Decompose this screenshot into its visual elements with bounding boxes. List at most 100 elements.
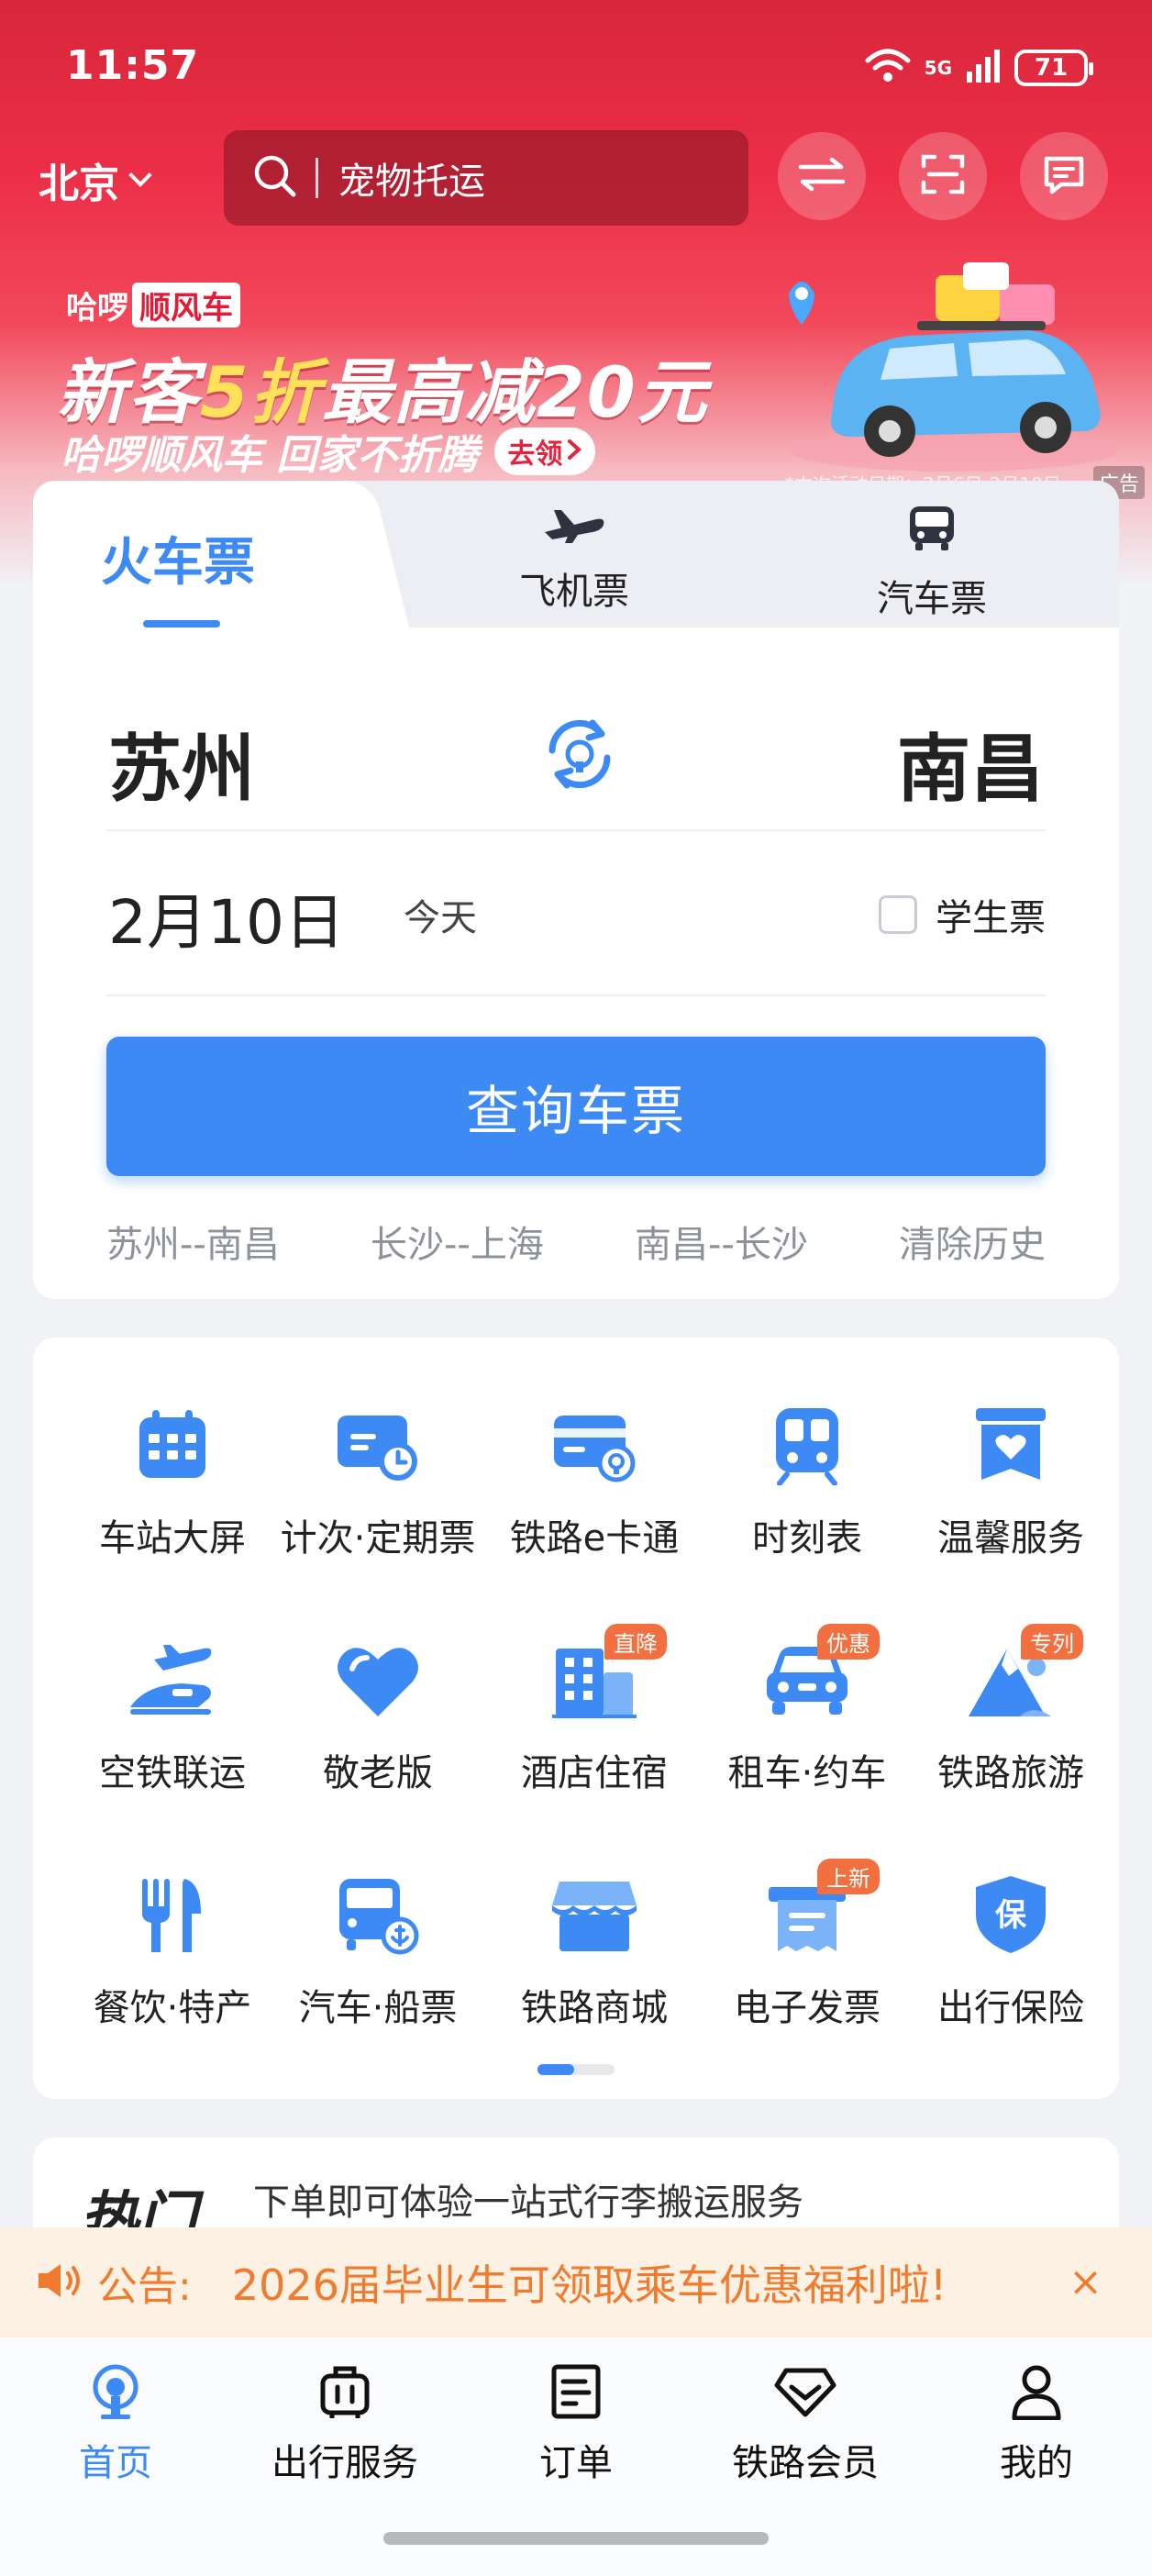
diamond-icon xyxy=(773,2363,837,2424)
service-label: 铁路旅游 xyxy=(937,1752,1084,1794)
service-food[interactable]: 餐饮·特产 xyxy=(62,1864,282,2048)
service-care[interactable]: 温馨服务 xyxy=(901,1394,1121,1578)
ecard-icon xyxy=(544,1394,645,1495)
swap-button[interactable] xyxy=(778,132,866,220)
shield-icon: 保 xyxy=(960,1864,1061,1965)
service-ecard[interactable]: 铁路e卡通 xyxy=(484,1394,704,1578)
nav-travel-service[interactable]: 出行服务 xyxy=(244,2363,446,2486)
service-rail-tour[interactable]: 专列 铁路旅游 xyxy=(901,1624,1121,1813)
service-label: 铁路商城 xyxy=(521,1987,668,2029)
person-icon xyxy=(1009,2363,1064,2424)
building-icon: 直降 xyxy=(544,1624,667,1730)
banner-brand-tag: 顺风车 xyxy=(132,283,240,328)
from-station[interactable]: 苏州 xyxy=(108,710,255,816)
service-timetable[interactable]: 时刻表 xyxy=(697,1394,917,1578)
nav-label: 首页 xyxy=(79,2442,152,2484)
tab-flight[interactable]: 飞机票 xyxy=(519,505,629,615)
close-icon[interactable]: × xyxy=(1069,2262,1102,2303)
banner-subline-text: 哈啰顺风车 回家不折腾 xyxy=(61,432,479,479)
service-elderly[interactable]: 敬老版 xyxy=(268,1629,488,1813)
service-badge: 直降 xyxy=(604,1624,667,1660)
nav-rail-member[interactable]: 铁路会员 xyxy=(704,2363,906,2486)
service-air-rail[interactable]: 空铁联运 xyxy=(62,1629,282,1813)
service-label: 电子发票 xyxy=(734,1987,881,2029)
nav-label: 我的 xyxy=(1000,2442,1073,2484)
banner-brand-prefix: 哈啰 xyxy=(66,290,128,327)
swap-stations-button[interactable] xyxy=(536,710,624,802)
banner-cta-button[interactable]: 去领 xyxy=(494,427,596,475)
service-ticket-pass[interactable]: 计次·定期票 xyxy=(268,1394,488,1578)
student-ticket-label: 学生票 xyxy=(936,897,1046,939)
grid-pager xyxy=(537,2064,615,2075)
student-checkbox[interactable] xyxy=(879,895,917,934)
calendar-grid-icon xyxy=(122,1394,223,1495)
service-label: 敬老版 xyxy=(323,1752,433,1794)
route-selector: 苏州 南昌 xyxy=(108,710,1044,812)
message-button[interactable] xyxy=(1020,132,1108,220)
nav-home[interactable]: 首页 xyxy=(15,2363,216,2486)
search-bar[interactable]: 宠物托运 xyxy=(224,130,748,226)
search-icon xyxy=(251,152,299,204)
service-badge: 上新 xyxy=(817,1859,880,1894)
banner-brand: 哈啰 顺风车 xyxy=(66,283,240,328)
service-badge: 优惠 xyxy=(817,1624,880,1660)
car-illustration xyxy=(752,257,1137,481)
banner-headline-part2: 最高减20元 xyxy=(321,351,709,433)
scan-icon xyxy=(920,151,966,201)
city-selector[interactable]: 北京 xyxy=(39,150,152,209)
svg-text:保: 保 xyxy=(995,1897,1027,1934)
query-tickets-button[interactable]: 查询车票 xyxy=(106,1037,1046,1176)
banner-subline: 哈啰顺风车 回家不折腾 去领 xyxy=(61,422,596,481)
heart-icon xyxy=(327,1629,428,1730)
notice-label: 公告: xyxy=(97,2263,192,2310)
service-label: 车站大屏 xyxy=(99,1517,246,1560)
service-station-screen[interactable]: 车站大屏 xyxy=(62,1394,282,1578)
tab-train-label[interactable]: 火车票 xyxy=(101,521,255,595)
search-input[interactable]: 宠物托运 xyxy=(338,151,485,205)
to-station[interactable]: 南昌 xyxy=(897,710,1044,816)
promo-banner[interactable]: 哈啰 顺风车 新客5折最高减20元 哈啰顺风车 回家不折腾 去领 xyxy=(0,257,1152,499)
history-item[interactable]: 苏州--南昌 xyxy=(106,1215,280,1270)
service-insurance[interactable]: 保 出行保险 xyxy=(901,1864,1121,2048)
service-rail-mall[interactable]: 铁路商城 xyxy=(484,1864,704,2048)
service-badge: 专列 xyxy=(1021,1624,1083,1660)
scan-button[interactable] xyxy=(899,132,987,220)
service-label: 温馨服务 xyxy=(937,1517,1084,1560)
divider xyxy=(106,829,1046,831)
nav-profile[interactable]: 我的 xyxy=(936,2363,1137,2486)
pager-active-dot xyxy=(537,2064,574,2075)
date-selector[interactable]: 2月10日 今天 学生票 xyxy=(108,873,1046,958)
service-label: 汽车·船票 xyxy=(298,1987,458,2029)
clear-history-button[interactable]: 清除历史 xyxy=(899,1215,1046,1270)
nav-label: 铁路会员 xyxy=(732,2442,879,2484)
divider xyxy=(106,994,1046,996)
service-car-rental[interactable]: 优惠 租车·约车 xyxy=(697,1624,917,1813)
notice-bar[interactable]: 公告: 2026届毕业生可领取乘车优惠福利啦! × xyxy=(0,2227,1152,2337)
status-bar: 11:57 5G 71 xyxy=(0,0,1152,138)
search-history: 苏州--南昌 长沙--上海 南昌--长沙 清除历史 xyxy=(106,1215,1046,1270)
plane-train-icon xyxy=(122,1629,223,1730)
battery-icon: 71 xyxy=(1014,50,1093,86)
service-e-invoice[interactable]: 上新 电子发票 xyxy=(697,1859,917,2048)
tab-bus[interactable]: 汽车票 xyxy=(877,505,987,622)
chevron-down-icon xyxy=(128,163,152,187)
fork-knife-icon xyxy=(122,1864,223,1965)
history-item[interactable]: 长沙--上海 xyxy=(371,1215,544,1270)
order-icon xyxy=(548,2363,604,2424)
banner-cta-label: 去领 xyxy=(507,439,563,471)
nav-orders[interactable]: 订单 xyxy=(475,2363,677,2486)
tab-bus-label: 汽车票 xyxy=(877,578,987,620)
departure-date[interactable]: 2月10日 xyxy=(108,873,345,961)
history-item[interactable]: 南昌--长沙 xyxy=(635,1215,808,1270)
speaker-icon xyxy=(35,2260,84,2304)
chevron-right-icon xyxy=(566,436,582,468)
student-ticket-toggle[interactable]: 学生票 xyxy=(879,888,1046,941)
service-bus-ferry[interactable]: 汽车·船票 xyxy=(268,1864,488,2048)
bus-anchor-icon xyxy=(327,1864,428,1965)
service-hotel[interactable]: 直降 酒店住宿 xyxy=(484,1624,704,1813)
status-icons: 5G 71 xyxy=(864,48,1093,88)
notice-text: 2026届毕业生可领取乘车优惠福利啦! xyxy=(231,2260,947,2310)
train-front-icon xyxy=(757,1394,858,1495)
service-label: 铁路e卡通 xyxy=(509,1517,680,1560)
service-label: 计次·定期票 xyxy=(280,1517,476,1560)
